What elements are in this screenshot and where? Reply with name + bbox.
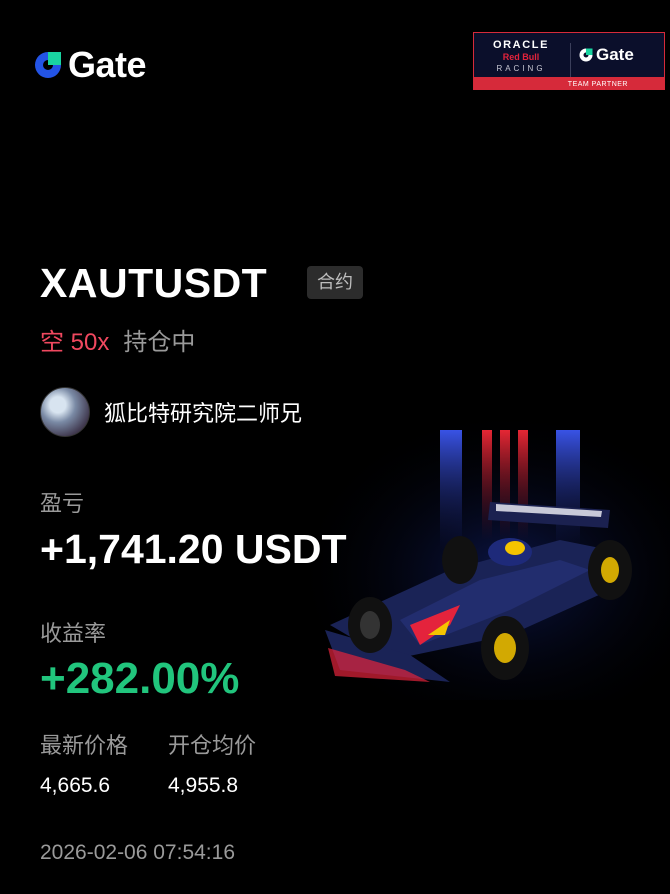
partner-gate-text: Gate <box>596 45 634 64</box>
gate-logo: Gate <box>32 44 147 86</box>
pnl-value: +1,741.20 USDT <box>40 526 347 572</box>
contract-type-tag: 合约 <box>307 266 363 299</box>
partner-badge: ORACLE Red Bull RACING Gate TEAM PARTNER <box>473 32 665 90</box>
pnl-label: 盈亏 <box>40 491 85 516</box>
oracle-redbull-racing-logo: ORACLE Red Bull RACING <box>480 39 562 79</box>
gate-logo-icon <box>35 52 61 78</box>
contract-symbol: XAUTUSDT <box>40 260 268 306</box>
latest-price-block: 最新价格 4,665.6 <box>40 728 128 798</box>
position-side-leverage: 空 50x <box>40 329 110 356</box>
timestamp: 2026-02-06 07:54:16 <box>40 841 235 864</box>
position-status: 持仓中 <box>123 329 196 356</box>
gate-small-icon <box>579 48 593 62</box>
brand-name: Gate <box>68 44 147 85</box>
entry-price-block: 开仓均价 4,955.8 <box>168 728 256 798</box>
team-partner-text: TEAM PARTNER <box>567 81 628 88</box>
entry-price-label: 开仓均价 <box>168 733 257 758</box>
partner-gate-logo: Gate <box>578 45 634 65</box>
badge-divider <box>570 43 571 77</box>
latest-price-label: 最新价格 <box>40 733 129 758</box>
username: 狐比特研究院二师兄 <box>104 401 303 426</box>
position-side-line: 空 50x 持仓中 <box>40 322 195 357</box>
oracle-text: ORACLE <box>492 39 550 51</box>
user-info: 狐比特研究院二师兄 <box>40 387 302 437</box>
f1-car-illustration <box>310 420 670 700</box>
latest-price-value: 4,665.6 <box>40 774 111 797</box>
redbull-text: Red Bull <box>502 52 540 62</box>
avatar <box>40 387 90 437</box>
entry-price-value: 4,955.8 <box>168 774 239 797</box>
roi-value: +282.00% <box>40 654 240 703</box>
racing-text: RACING <box>496 64 546 73</box>
roi-label: 收益率 <box>40 621 107 646</box>
